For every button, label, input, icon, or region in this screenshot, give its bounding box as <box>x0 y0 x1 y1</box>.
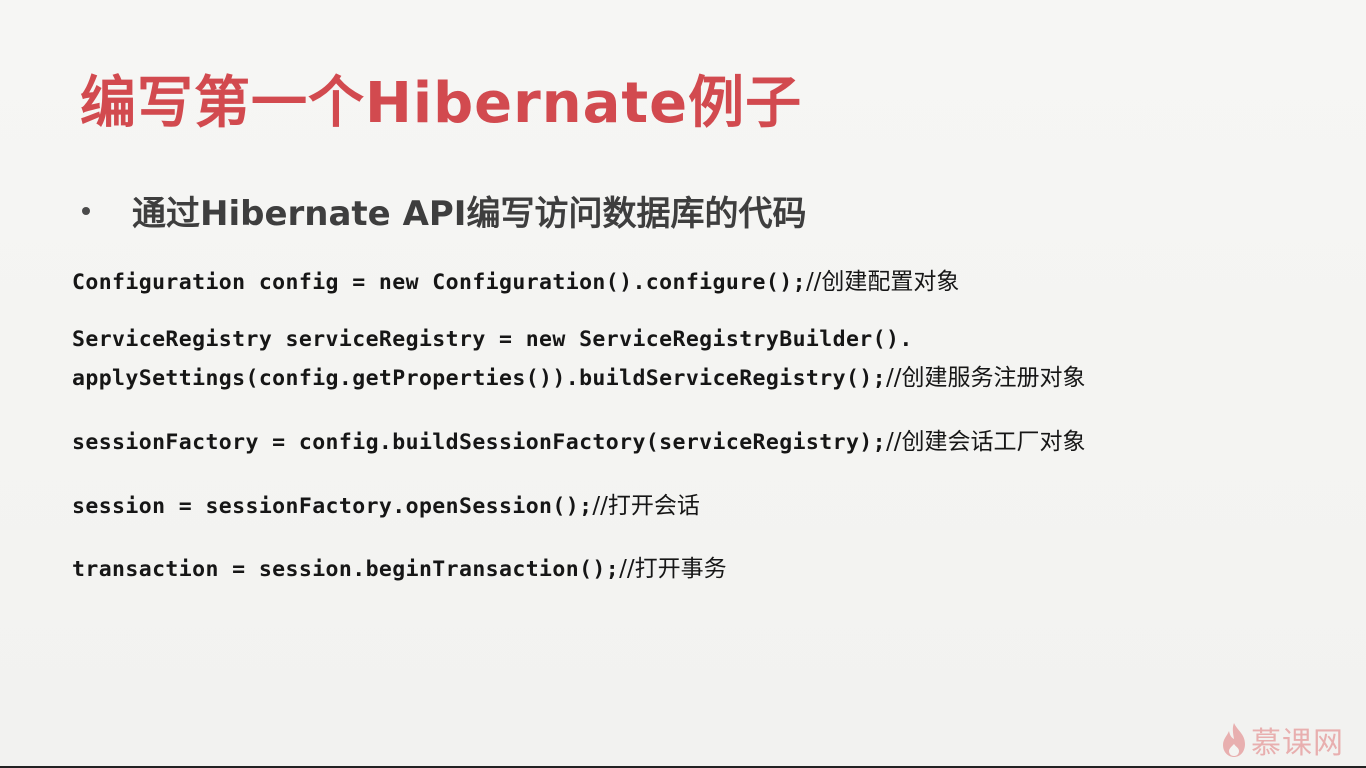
code-comment: //创建会话工厂对象 <box>886 429 1086 455</box>
bullet-text: 通过Hibernate API编写访问数据库的代码 <box>132 194 807 234</box>
code-text: transaction = session.beginTransaction()… <box>72 557 620 582</box>
code-comment: //创建服务注册对象 <box>886 365 1086 391</box>
code-line-transaction: transaction = session.beginTransaction()… <box>72 549 727 583</box>
logo-text: 慕课网 <box>1251 726 1344 761</box>
slide: 编写第一个Hibernate例子 通过Hibernate API编写访问数据库的… <box>0 0 1366 768</box>
code-line-session: session = sessionFactory.openSession();/… <box>72 486 700 520</box>
code-line-session-factory: sessionFactory = config.buildSessionFact… <box>72 422 1086 456</box>
imooc-logo: 慕课网 <box>1221 718 1344 762</box>
code-comment: //打开事务 <box>619 556 727 582</box>
code-line-configuration: Configuration config = new Configuration… <box>72 262 959 296</box>
code-comment: //打开会话 <box>592 493 700 519</box>
flame-icon <box>1223 723 1245 757</box>
bullet-dot-icon <box>82 206 90 215</box>
bullet-item: 通过Hibernate API编写访问数据库的代码 <box>82 186 806 235</box>
code-line-service-registry: ServiceRegistry serviceRegistry = new Se… <box>72 326 913 352</box>
code-line-apply-settings: applySettings(config.getProperties()).bu… <box>72 358 1086 392</box>
slide-title: 编写第一个Hibernate例子 <box>80 71 803 136</box>
code-text: Configuration config = new Configuration… <box>72 270 806 295</box>
code-comment: //创建配置对象 <box>805 269 960 295</box>
code-text: applySettings(config.getProperties()).bu… <box>72 366 886 391</box>
code-text: session = sessionFactory.openSession(); <box>72 494 593 519</box>
code-text: ServiceRegistry serviceRegistry = new Se… <box>72 327 913 352</box>
code-text: sessionFactory = config.buildSessionFact… <box>72 430 886 455</box>
